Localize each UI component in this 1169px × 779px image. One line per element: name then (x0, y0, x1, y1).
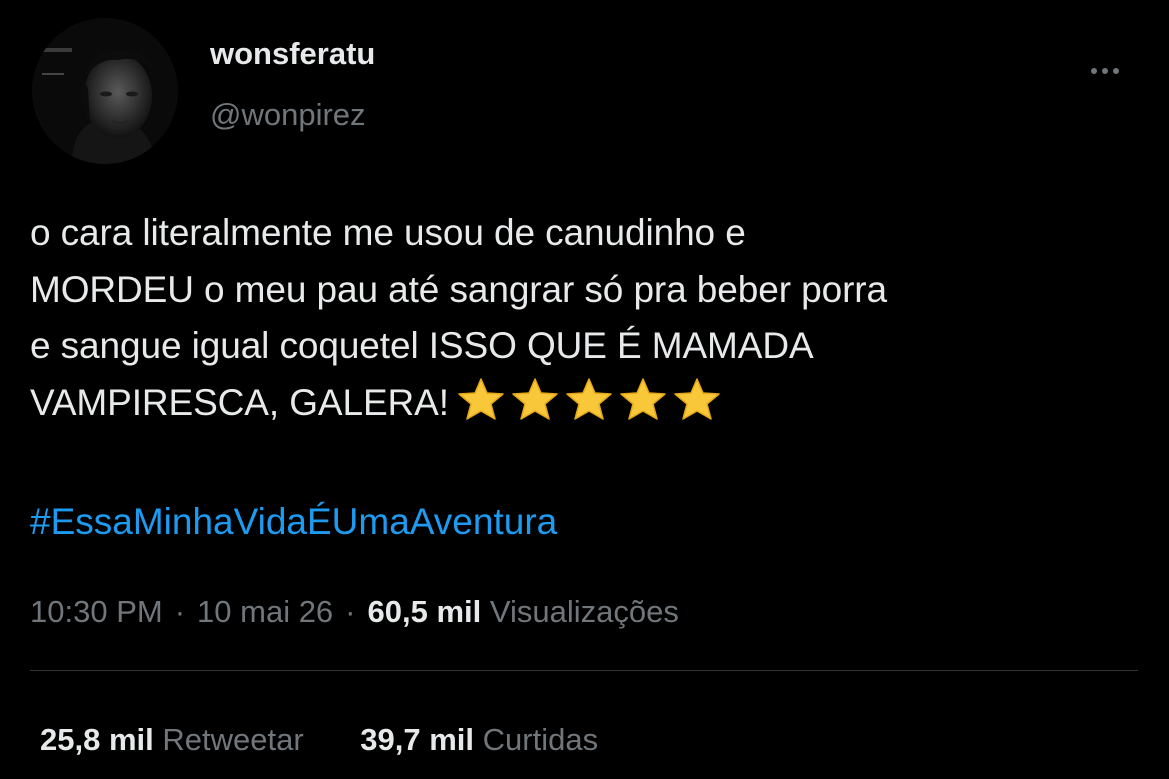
star-icon (565, 377, 613, 421)
avatar[interactable] (32, 18, 178, 164)
divider (30, 670, 1138, 671)
tweet-text-line: MORDEU o meu pau até sangrar só pra bebe… (30, 268, 887, 310)
tweet-text-line: VAMPIRESCA, GALERA! (30, 381, 449, 423)
tweet-metadata: 10:30 PM · 10 mai 26 · 60,5 mil Visualizaçõe… (30, 590, 679, 634)
star-icon (457, 377, 505, 421)
tweet-detail: wonsferatu @wonpirez o cara literalmente… (0, 0, 1169, 779)
username-handle[interactable]: @wonpirez (210, 95, 366, 135)
likes-label: Curtidas (482, 722, 599, 757)
views-count: 60,5 mil (367, 594, 482, 629)
separator: · (345, 594, 356, 629)
star-icon (619, 377, 667, 421)
display-name[interactable]: wonsferatu (210, 34, 375, 74)
separator: · (174, 594, 186, 629)
more-horizontal-icon (1091, 68, 1097, 74)
hashtag-link[interactable]: #EssaMinhaVidaÉUmaAventura (30, 497, 557, 547)
views-label: Visualizações (489, 594, 679, 629)
likes-stat[interactable]: 39,7 mil Curtidas (360, 718, 598, 762)
tweet-text: o cara literalmente me usou de canudinho… (30, 205, 1150, 437)
more-options-button[interactable] (1080, 56, 1130, 86)
tweet-text-line: e sangue igual coquetel ISSO QUE É MAMAD… (30, 325, 814, 366)
tweet-date[interactable]: 10 mai 26 (197, 594, 333, 629)
avatar-photo (32, 18, 178, 164)
tweet-time[interactable]: 10:30 PM (30, 594, 163, 629)
retweets-count: 25,8 mil (40, 722, 154, 757)
tweet-text-line-last: VAMPIRESCA, GALERA! (30, 375, 1150, 438)
tweet-text-line: o cara literalmente me usou de canudinho… (30, 212, 746, 253)
engagement-stats: 25,8 mil Retweetar 39,7 mil Curtidas (40, 718, 598, 762)
retweets-label: Retweetar (162, 722, 304, 757)
star-icon (511, 377, 559, 421)
star-icon (673, 377, 721, 421)
likes-count: 39,7 mil (360, 722, 475, 757)
retweets-stat[interactable]: 25,8 mil Retweetar (40, 718, 304, 762)
star-emoji-group (457, 377, 727, 438)
